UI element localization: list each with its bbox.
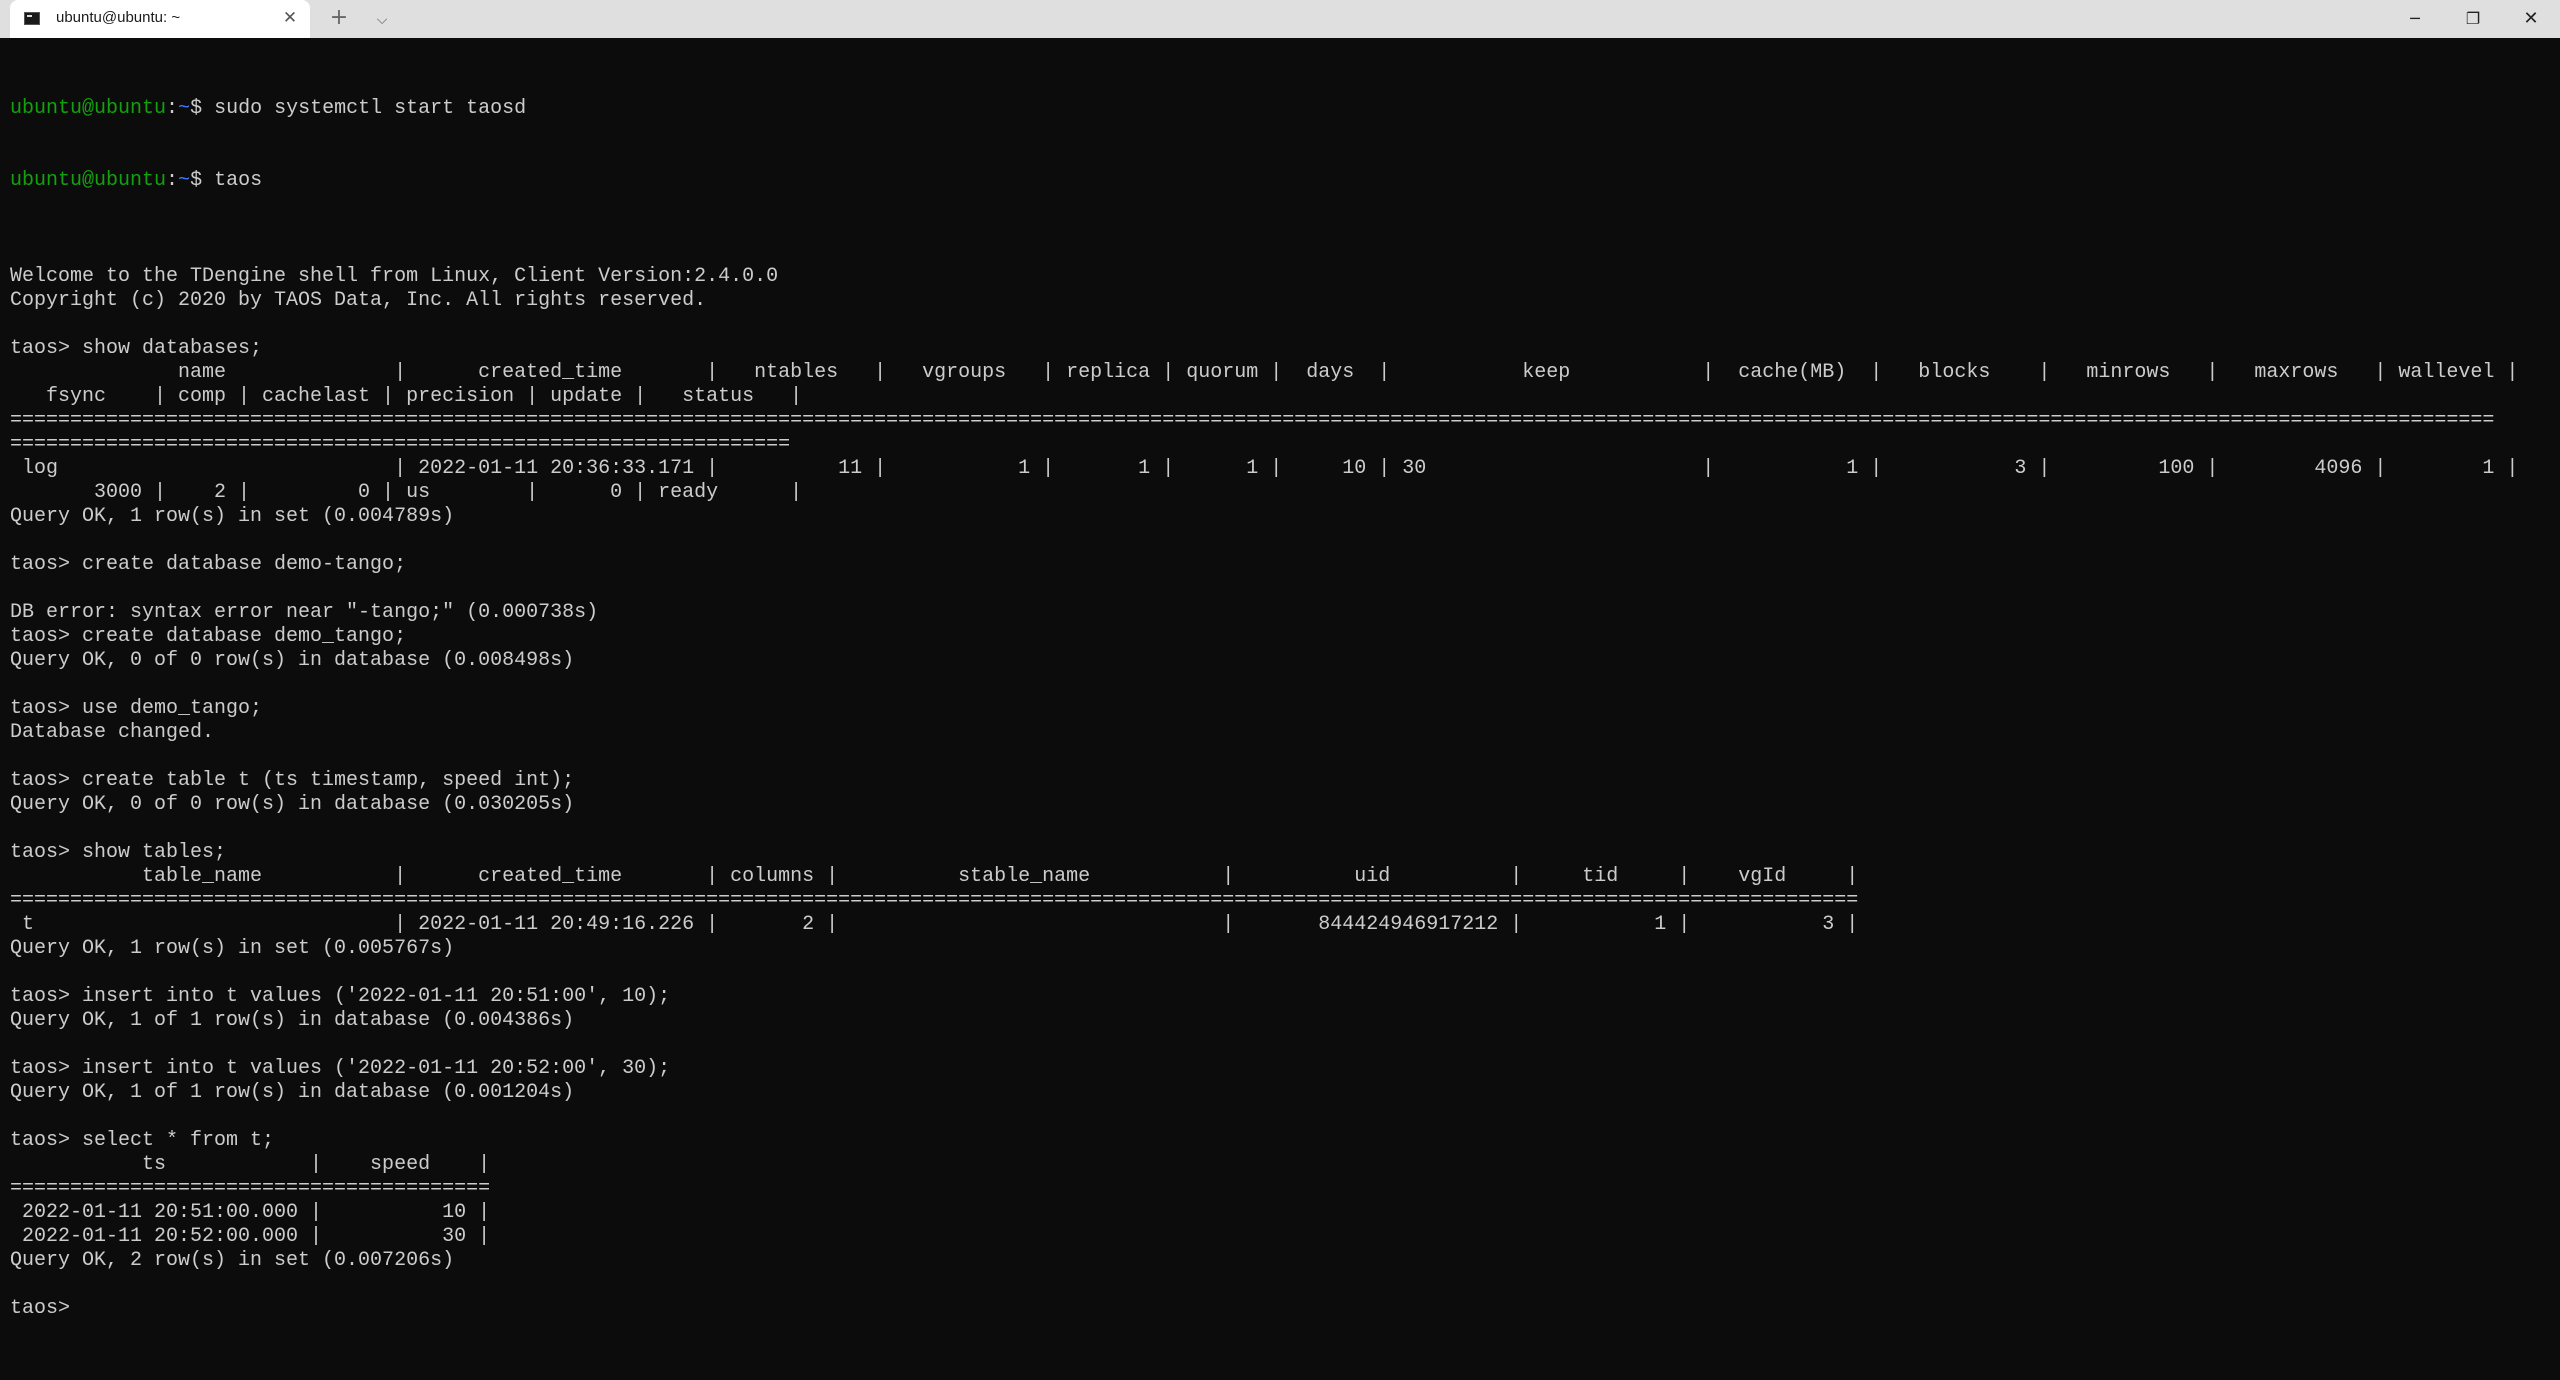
command-text: taos bbox=[214, 169, 263, 192]
terminal-line: taos> create table t (ts timestamp, spee… bbox=[10, 769, 575, 792]
terminal-line: table_name | created_time | columns | st… bbox=[10, 865, 1859, 888]
terminal-line: Copyright (c) 2020 by TAOS Data, Inc. Al… bbox=[10, 289, 707, 312]
minimize-button[interactable]: ─ bbox=[2386, 0, 2444, 38]
close-window-button[interactable]: ✕ bbox=[2502, 0, 2560, 38]
title-bar: ubuntu@ubuntu: ~ ✕ + ⌵ ─ ❐ ✕ bbox=[0, 0, 2560, 38]
terminal-line: Query OK, 0 of 0 row(s) in database (0.0… bbox=[10, 793, 575, 816]
terminal-line: Query OK, 1 row(s) in set (0.004789s) bbox=[10, 505, 455, 528]
terminal-line: log | 2022-01-11 20:36:33.171 | 11 | 1 |… bbox=[10, 457, 2519, 480]
close-tab-icon[interactable]: ✕ bbox=[279, 7, 301, 29]
terminal-line: fsync | comp | cachelast | precision | u… bbox=[10, 385, 803, 408]
terminal-line: Welcome to the TDengine shell from Linux… bbox=[10, 265, 779, 288]
terminal-line: ========================================… bbox=[10, 409, 2495, 432]
prompt-user: ubuntu@ubuntu bbox=[10, 97, 167, 120]
terminal-line: DB error: syntax error near "-tango;" (0… bbox=[10, 601, 599, 624]
tab-title: ubuntu@ubuntu: ~ bbox=[56, 9, 181, 26]
terminal-line: taos> insert into t values ('2022-01-11 … bbox=[10, 1057, 671, 1080]
prompt-path: ~ bbox=[178, 169, 191, 192]
terminal-line: Query OK, 1 of 1 row(s) in database (0.0… bbox=[10, 1009, 575, 1032]
terminal-line: Query OK, 2 row(s) in set (0.007206s) bbox=[10, 1249, 455, 1272]
terminal-line: ======================================== bbox=[10, 1177, 491, 1200]
terminal-line: taos> select * from t; bbox=[10, 1129, 275, 1152]
prompt-path: ~ bbox=[178, 97, 191, 120]
terminal-window: ubuntu@ubuntu: ~ ✕ + ⌵ ─ ❐ ✕ ubuntu@ubun… bbox=[0, 0, 2560, 1380]
maximize-button[interactable]: ❐ bbox=[2444, 0, 2502, 38]
shell-prompt-line: ubuntu@ubuntu:~$ taos bbox=[10, 169, 2550, 193]
command-text: sudo systemctl start taosd bbox=[214, 97, 527, 120]
prompt-symbol: $ bbox=[190, 169, 215, 192]
prompt-symbol: $ bbox=[190, 97, 215, 120]
terminal-icon bbox=[24, 12, 40, 25]
terminal-line: taos> bbox=[10, 1297, 83, 1320]
terminal-line: t | 2022-01-11 20:49:16.226 | 2 | | 8444… bbox=[10, 913, 1859, 936]
prompt-separator: : bbox=[166, 97, 179, 120]
terminal-line: ========================================… bbox=[10, 889, 1859, 912]
terminal-line: name | created_time | ntables | vgroups … bbox=[10, 361, 2519, 384]
terminal-line: taos> create database demo-tango; bbox=[10, 553, 407, 576]
terminal-line: taos> use demo_tango; bbox=[10, 697, 263, 720]
terminal-body: Welcome to the TDengine shell from Linux… bbox=[10, 241, 2550, 1321]
terminal-line: 2022-01-11 20:51:00.000 | 10 | bbox=[10, 1201, 491, 1224]
terminal-line: taos> show tables; bbox=[10, 841, 227, 864]
terminal-line: Query OK, 1 row(s) in set (0.005767s) bbox=[10, 937, 455, 960]
terminal-line: ts | speed | bbox=[10, 1153, 491, 1176]
terminal-line: ========================================… bbox=[10, 433, 791, 456]
terminal-line: taos> create database demo_tango; bbox=[10, 625, 407, 648]
terminal-line: Query OK, 1 of 1 row(s) in database (0.0… bbox=[10, 1081, 575, 1104]
terminal-line: taos> insert into t values ('2022-01-11 … bbox=[10, 985, 671, 1008]
new-tab-button[interactable]: + bbox=[326, 6, 352, 32]
chevron-down-icon[interactable]: ⌵ bbox=[369, 8, 395, 32]
terminal-line: taos> show databases; bbox=[10, 337, 263, 360]
terminal-line: 3000 | 2 | 0 | us | 0 | ready | bbox=[10, 481, 803, 504]
terminal-output[interactable]: ubuntu@ubuntu:~$ sudo systemctl start ta… bbox=[10, 49, 2550, 1369]
shell-prompt-line: ubuntu@ubuntu:~$ sudo systemctl start ta… bbox=[10, 97, 2550, 121]
terminal-line: 2022-01-11 20:52:00.000 | 30 | bbox=[10, 1225, 491, 1248]
tab-terminal[interactable]: ubuntu@ubuntu: ~ ✕ bbox=[10, 0, 310, 38]
prompt-separator: : bbox=[166, 169, 179, 192]
prompt-user: ubuntu@ubuntu bbox=[10, 169, 167, 192]
terminal-line: Query OK, 0 of 0 row(s) in database (0.0… bbox=[10, 649, 575, 672]
terminal-line: Database changed. bbox=[10, 721, 215, 744]
